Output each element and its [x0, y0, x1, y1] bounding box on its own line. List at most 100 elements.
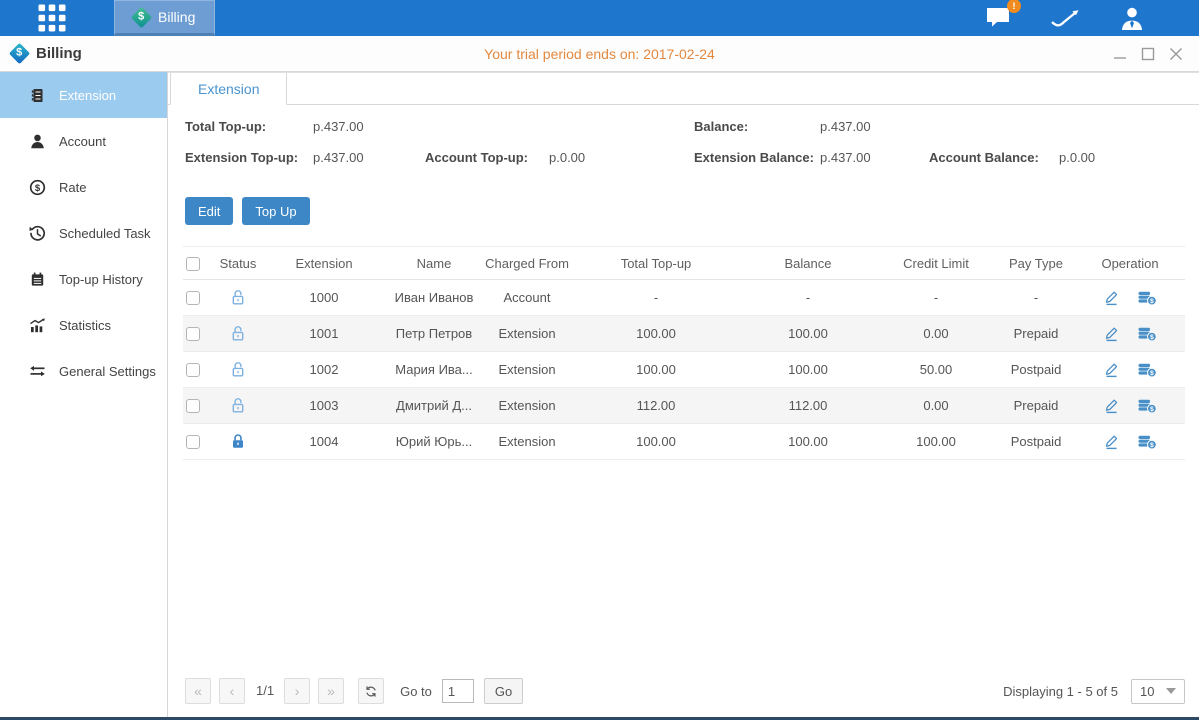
- app-launcher-grid-icon[interactable]: [36, 2, 68, 34]
- tab-extension[interactable]: Extension: [170, 73, 287, 105]
- column-header-name: Name: [385, 247, 483, 280]
- top-up-button[interactable]: Top Up: [242, 197, 309, 225]
- pay-type-cell: -: [997, 280, 1075, 316]
- column-header-operation: Operation: [1075, 247, 1185, 280]
- column-header-pay-type: Pay Type: [997, 247, 1075, 280]
- table-row-extension-1002: 1002Мария Ива...Extension100.00100.0050.…: [183, 352, 1185, 388]
- sidebar-item-account[interactable]: Account: [0, 118, 167, 164]
- total-topup-cell: 100.00: [571, 352, 741, 388]
- refresh-button[interactable]: [358, 678, 384, 704]
- edit-pencil-icon[interactable]: [1103, 289, 1120, 306]
- name-cell: Мария Ива...: [385, 352, 483, 388]
- balance-cell: 112.00: [741, 388, 875, 424]
- statistics-chart-icon[interactable]: [1050, 7, 1081, 30]
- row-checkbox[interactable]: [186, 363, 200, 377]
- column-header-status: Status: [213, 247, 263, 280]
- row-checkbox[interactable]: [186, 435, 200, 449]
- pay-type-cell: Postpaid: [997, 352, 1075, 388]
- total-topup-cell: 100.00: [571, 316, 741, 352]
- sidebar-item-extension[interactable]: Extension: [0, 72, 167, 118]
- ledger-icon: [29, 87, 46, 104]
- status-cell: [213, 280, 263, 316]
- messages-icon[interactable]: !: [985, 6, 1012, 30]
- column-header-total-top-up: Total Top-up: [571, 247, 741, 280]
- table-row-extension-1001: 1001Петр ПетровExtension100.00100.000.00…: [183, 316, 1185, 352]
- credit-limit-cell: 100.00: [875, 424, 997, 460]
- edit-pencil-icon[interactable]: [1103, 361, 1120, 378]
- person-icon: [29, 133, 46, 150]
- charged-from-cell: Extension: [483, 316, 571, 352]
- page-size-select[interactable]: 10: [1131, 679, 1185, 704]
- sidebar-item-general-settings[interactable]: General Settings: [0, 348, 167, 394]
- balance-summary: Total Top-up: p.437.00 Balance: p.437.00…: [168, 105, 1199, 193]
- row-checkbox-cell: [183, 316, 213, 352]
- pay-type-cell: Postpaid: [997, 424, 1075, 460]
- status-cell: [213, 352, 263, 388]
- goto-label: Go to: [400, 684, 432, 699]
- balance-cell: 100.00: [741, 352, 875, 388]
- close-icon[interactable]: [1169, 47, 1183, 61]
- edit-pencil-icon[interactable]: [1103, 397, 1120, 414]
- select-all-checkbox[interactable]: [186, 257, 200, 271]
- sliders-icon: [29, 363, 46, 380]
- pagination-bar: « ‹ 1/1 › » Go to Go Displaying 1: [185, 678, 1185, 704]
- chevron-down-icon: [1166, 688, 1176, 694]
- sidebar: ExtensionAccount$Rate Scheduled Task Top-u…: [0, 72, 168, 717]
- balance-cell: -: [741, 280, 875, 316]
- sidebar-item-statistics[interactable]: Statistics: [0, 302, 167, 348]
- row-checkbox[interactable]: [186, 399, 200, 413]
- topup-coins-icon[interactable]: $: [1138, 362, 1157, 378]
- status-cell: [213, 388, 263, 424]
- total-topup-value: p.437.00: [313, 119, 364, 134]
- operation-cell: $: [1075, 352, 1185, 388]
- extension-topup-label: Extension Top-up:: [185, 150, 298, 165]
- topup-coins-icon[interactable]: $: [1138, 290, 1157, 306]
- extension-topup-value: p.437.00: [313, 150, 364, 165]
- svg-text:$: $: [1150, 442, 1154, 449]
- edit-button[interactable]: Edit: [185, 197, 233, 225]
- next-page-button[interactable]: ›: [284, 678, 310, 704]
- minimize-icon[interactable]: [1113, 47, 1127, 61]
- user-account-icon[interactable]: [1119, 6, 1145, 31]
- window-title: $ Billing: [12, 45, 82, 62]
- topup-coins-icon[interactable]: $: [1138, 398, 1157, 414]
- row-checkbox[interactable]: [186, 327, 200, 341]
- extension-cell: 1001: [263, 316, 385, 352]
- lock-closed-icon: [230, 433, 246, 451]
- account-balance-label: Account Balance:: [929, 150, 1039, 165]
- taskbar-tab-billing[interactable]: $ Billing: [114, 0, 215, 36]
- account-balance-value: p.0.00: [1059, 150, 1095, 165]
- column-header-credit-limit: Credit Limit: [875, 247, 997, 280]
- maximize-icon[interactable]: [1141, 47, 1155, 61]
- topup-coins-icon[interactable]: $: [1138, 326, 1157, 342]
- main-content: Extension Total Top-up: p.437.00 Balance…: [168, 72, 1199, 717]
- sidebar-item-top-up-history[interactable]: Top-up History: [0, 256, 167, 302]
- last-page-button[interactable]: »: [318, 678, 344, 704]
- displaying-text: Displaying 1 - 5 of 5: [1003, 684, 1118, 699]
- action-buttons: Edit Top Up: [185, 197, 1199, 225]
- sidebar-item-rate[interactable]: $Rate: [0, 164, 167, 210]
- row-checkbox-cell: [183, 424, 213, 460]
- goto-page-input[interactable]: [442, 679, 474, 703]
- sidebar-item-label: Scheduled Task: [59, 226, 151, 241]
- operation-cell: $: [1075, 424, 1185, 460]
- total-topup-label: Total Top-up:: [185, 119, 266, 134]
- svg-text:$: $: [35, 183, 41, 194]
- row-checkbox[interactable]: [186, 291, 200, 305]
- table-row-extension-1000: 1000Иван ИвановAccount----$: [183, 280, 1185, 316]
- pay-type-cell: Prepaid: [997, 388, 1075, 424]
- name-cell: Иван Иванов: [385, 280, 483, 316]
- sidebar-item-label: General Settings: [59, 364, 156, 379]
- topup-coins-icon[interactable]: $: [1138, 434, 1157, 450]
- sidebar-item-scheduled-task[interactable]: Scheduled Task: [0, 210, 167, 256]
- first-page-button[interactable]: «: [185, 678, 211, 704]
- name-cell: Петр Петров: [385, 316, 483, 352]
- go-button[interactable]: Go: [484, 678, 523, 704]
- credit-limit-cell: 50.00: [875, 352, 997, 388]
- prev-page-button[interactable]: ‹: [219, 678, 245, 704]
- pay-type-cell: Prepaid: [997, 316, 1075, 352]
- window-titlebar: $ Billing Your trial period ends on: 201…: [0, 36, 1199, 72]
- edit-pencil-icon[interactable]: [1103, 433, 1120, 450]
- row-checkbox-cell: [183, 280, 213, 316]
- edit-pencil-icon[interactable]: [1103, 325, 1120, 342]
